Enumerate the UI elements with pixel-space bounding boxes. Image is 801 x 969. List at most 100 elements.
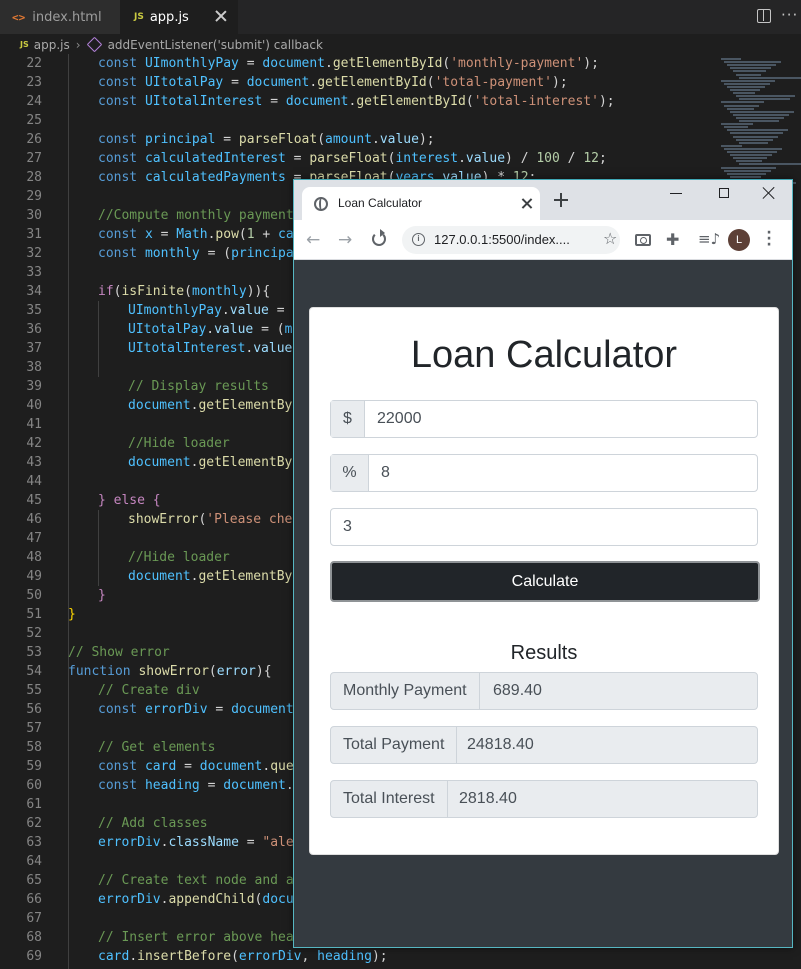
code-line: const errorDiv = document: [98, 702, 294, 717]
minimap-line: [730, 67, 771, 70]
minimap-line: [727, 172, 766, 175]
new-tab-plus-icon[interactable]: [554, 193, 568, 207]
close-window-icon[interactable]: [763, 187, 775, 199]
minimap-line: [730, 132, 783, 135]
code-line: }: [98, 588, 106, 603]
forward-arrow-icon[interactable]: →: [338, 232, 352, 249]
minimap-line: [730, 110, 794, 113]
code-line: const heading = document.c: [98, 778, 302, 793]
code-line: document.getElementBy: [128, 569, 293, 584]
minimap-line: [724, 169, 771, 172]
minimap-line: [733, 70, 766, 73]
minimap-line: [739, 163, 801, 166]
back-arrow-icon[interactable]: ←: [306, 232, 320, 249]
minimap-line: [724, 82, 770, 85]
bookmark-star-icon[interactable]: ☆: [603, 229, 617, 248]
maximize-icon[interactable]: [719, 188, 729, 198]
code-line: const calculatedInterest = parseFloat(in…: [98, 151, 607, 166]
results-heading: Results: [510, 642, 578, 664]
total-payment-label: Total Payment: [331, 727, 458, 763]
code-comment: // Add classes: [98, 816, 208, 831]
minimap-line: [721, 101, 764, 104]
minimap-line: [727, 151, 777, 153]
total-interest-group: Total Interest 2818.40: [330, 780, 758, 818]
minimize-icon[interactable]: [670, 193, 682, 194]
kebab-menu-icon[interactable]: · · ·: [766, 226, 772, 252]
amount-input[interactable]: 22000: [377, 401, 422, 437]
browser-tab[interactable]: Loan Calculator: [302, 187, 540, 220]
monthly-payment-label: Monthly Payment: [331, 673, 480, 709]
code-line: }: [68, 607, 76, 622]
code-comment: // Get elements: [98, 740, 216, 755]
monthly-payment-value: 689.40: [493, 682, 542, 699]
minimap-line: [739, 76, 801, 79]
media-queue-icon[interactable]: ≡♪: [698, 230, 720, 248]
breadcrumb-symbol[interactable]: addEventListener('submit') callback: [108, 38, 323, 52]
interest-input[interactable]: 8: [381, 455, 390, 491]
code-line: showError('Please che: [128, 512, 293, 527]
calculate-button[interactable]: Calculate: [330, 561, 760, 602]
code-line: const monthly = (principa: [98, 246, 294, 261]
code-line: const UItotalPay = document.getElementBy…: [98, 75, 568, 90]
code-comment: //Compute monthly payment: [98, 208, 294, 223]
amount-input-group: $ 22000: [330, 400, 758, 438]
total-payment-value: 24818.40: [467, 736, 534, 753]
browser-title-bar: Loan Calculator: [294, 180, 792, 220]
extensions-puzzle-icon[interactable]: ✚: [666, 230, 679, 249]
address-bar[interactable]: i 127.0.0.1:5500/index.... ☆: [402, 226, 620, 254]
total-payment-group: Total Payment 24818.40: [330, 726, 758, 764]
code-line: UItotalInterest.value: [128, 341, 293, 356]
code-line: errorDiv.appendChild(docum: [98, 892, 302, 907]
code-comment: //Hide loader: [128, 436, 230, 451]
html-file-icon: <>: [12, 10, 26, 24]
camera-icon[interactable]: [635, 234, 651, 246]
more-actions-icon[interactable]: ···: [781, 6, 798, 24]
js-file-icon: JS: [134, 12, 144, 22]
monthly-payment-group: Monthly Payment 689.40: [330, 672, 758, 710]
info-icon[interactable]: i: [412, 233, 425, 246]
globe-icon: [314, 197, 328, 211]
close-icon[interactable]: [214, 9, 228, 23]
years-input[interactable]: 3: [343, 509, 352, 545]
code-line: document.getElementBy: [128, 398, 293, 413]
minimap-line: [721, 79, 775, 82]
reload-icon[interactable]: [372, 229, 386, 246]
browser-window: Loan Calculator ← → i 127.0.0.1:5500/ind…: [293, 179, 793, 948]
profile-avatar[interactable]: L: [728, 229, 750, 251]
code-line: if(isFinite(monthly)){: [98, 284, 271, 299]
percent-prefix: %: [331, 455, 369, 491]
total-interest-label: Total Interest: [331, 781, 448, 817]
code-line: document.getElementBy: [128, 455, 293, 470]
code-line: const principal = parseFloat(amount.valu…: [98, 132, 435, 147]
minimap-line: [736, 160, 762, 163]
method-cube-icon: [86, 36, 102, 53]
minimap-line: [733, 135, 778, 138]
code-comment: // Create div: [98, 683, 200, 698]
interest-input-group: % 8: [330, 454, 758, 492]
split-editor-icon[interactable]: [757, 9, 771, 23]
total-interest-value: 2818.40: [459, 790, 517, 807]
code-line: const card = document.quer: [98, 759, 302, 774]
chevron-right-icon: ›: [75, 37, 81, 52]
minimap-line: [733, 113, 789, 116]
code-line: function showError(error){: [68, 664, 272, 679]
minimap-line: [724, 147, 782, 150]
code-comment: // Display results: [128, 379, 269, 394]
calculator-card: Loan Calculator $ 22000 % 8 3 Calculate …: [309, 307, 779, 855]
minimap-line: [721, 123, 753, 126]
code-comment: // Show error: [68, 645, 170, 660]
minimap-line: [739, 141, 768, 144]
minimap-line: [733, 157, 767, 160]
code-line: } else {: [98, 493, 161, 508]
page-title: Loan Calculator: [410, 334, 678, 376]
code-line: errorDiv.className = "ale: [98, 835, 294, 850]
breadcrumb-file[interactable]: app.js: [34, 38, 70, 52]
close-tab-icon[interactable]: [521, 198, 533, 210]
url-text[interactable]: 127.0.0.1:5500/index....: [434, 232, 570, 247]
breadcrumb: JS app.js › addEventListener('submit') c…: [0, 34, 801, 55]
tab-index-html[interactable]: <> index.html: [0, 0, 120, 34]
minimap-line: [724, 126, 748, 129]
editor-tab-bar: <> index.html JS app.js ···: [0, 0, 801, 34]
code-comment: // Create text node and ap: [98, 873, 302, 888]
tab-app-js[interactable]: JS app.js: [120, 0, 238, 34]
